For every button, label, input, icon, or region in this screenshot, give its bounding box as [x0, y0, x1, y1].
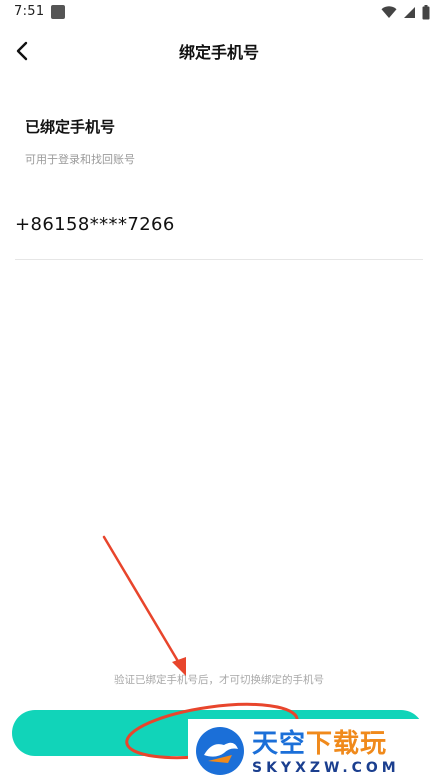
battery-icon: [422, 5, 430, 20]
divider: [15, 259, 423, 260]
watermark-logo-icon: [196, 727, 244, 775]
verify-hint: 验证已绑定手机号后，才可切换绑定的手机号: [114, 674, 324, 686]
bound-phone-subtitle: 可用于登录和找回账号: [25, 153, 135, 166]
app-header: 绑定手机号: [0, 30, 438, 72]
status-time: 7:51: [14, 4, 45, 19]
watermark-brand-part1: 天空: [252, 729, 307, 759]
annotation-arrow-line: [102, 535, 184, 670]
page-title: 绑定手机号: [178, 43, 259, 62]
signal-icon: [404, 7, 415, 18]
status-bar: 7:51: [0, 0, 438, 26]
watermark-brand: 天空下载玩: [252, 723, 387, 760]
phone-number: +86158****7266: [15, 214, 175, 235]
watermark: 天空下载玩 SKYXZW.COM: [188, 719, 438, 780]
watermark-url: SKYXZW.COM: [252, 760, 400, 776]
notification-icon: [51, 5, 65, 19]
wifi-icon: [381, 6, 397, 18]
status-icons: [381, 5, 430, 20]
watermark-brand-part2: 下载玩: [306, 729, 388, 759]
bound-phone-title: 已绑定手机号: [25, 118, 116, 136]
